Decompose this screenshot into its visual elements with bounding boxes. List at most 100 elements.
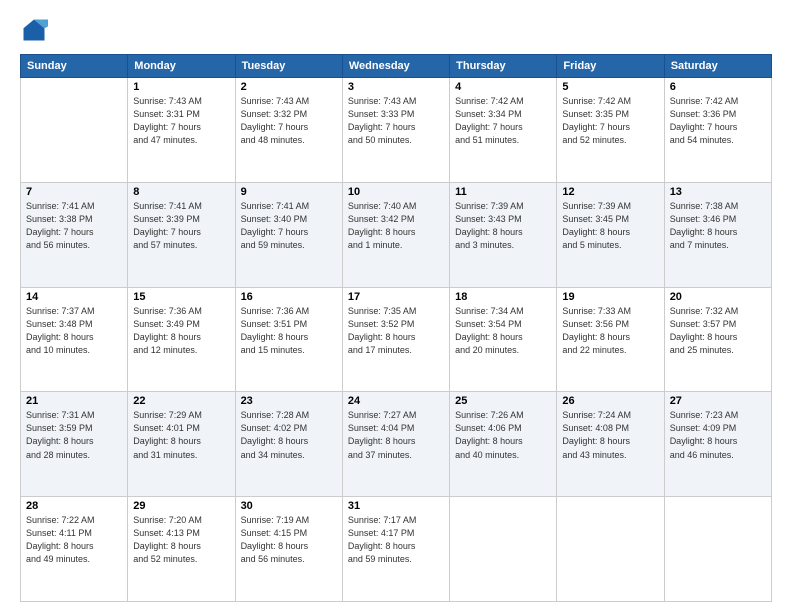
calendar-cell: 24 Sunrise: 7:27 AM Sunset: 4:04 PM Dayli… [342,392,449,497]
logo-icon [20,16,48,44]
cell-date-number: 7 [26,186,122,198]
calendar-table: SundayMondayTuesdayWednesdayThursdayFrid… [20,54,772,602]
cell-info-text: Sunrise: 7:42 AM Sunset: 3:34 PM Dayligh… [455,95,551,147]
cell-info-text: Sunrise: 7:28 AM Sunset: 4:02 PM Dayligh… [241,409,337,461]
cell-date-number: 19 [562,291,658,303]
cell-info-text: Sunrise: 7:40 AM Sunset: 3:42 PM Dayligh… [348,200,444,252]
cell-info-text: Sunrise: 7:43 AM Sunset: 3:32 PM Dayligh… [241,95,337,147]
cell-info-text: Sunrise: 7:33 AM Sunset: 3:56 PM Dayligh… [562,305,658,357]
cell-date-number: 27 [670,395,766,407]
cell-info-text: Sunrise: 7:42 AM Sunset: 3:36 PM Dayligh… [670,95,766,147]
cell-info-text: Sunrise: 7:29 AM Sunset: 4:01 PM Dayligh… [133,409,229,461]
calendar-cell: 1 Sunrise: 7:43 AM Sunset: 3:31 PM Daylig… [128,78,235,183]
calendar-cell [450,497,557,602]
weekday-header-thursday: Thursday [450,55,557,78]
cell-date-number: 5 [562,81,658,93]
calendar-cell: 15 Sunrise: 7:36 AM Sunset: 3:49 PM Dayli… [128,287,235,392]
cell-date-number: 25 [455,395,551,407]
cell-info-text: Sunrise: 7:24 AM Sunset: 4:08 PM Dayligh… [562,409,658,461]
cell-info-text: Sunrise: 7:19 AM Sunset: 4:15 PM Dayligh… [241,514,337,566]
weekday-header-row: SundayMondayTuesdayWednesdayThursdayFrid… [21,55,772,78]
calendar-cell: 29 Sunrise: 7:20 AM Sunset: 4:13 PM Dayli… [128,497,235,602]
calendar-cell: 14Sunrise: 7:37 AM Sunset: 3:48 PM Dayli… [21,287,128,392]
weekday-header-tuesday: Tuesday [235,55,342,78]
cell-date-number: 23 [241,395,337,407]
weekday-header-monday: Monday [128,55,235,78]
cell-date-number: 10 [348,186,444,198]
calendar-cell: 22 Sunrise: 7:29 AM Sunset: 4:01 PM Dayli… [128,392,235,497]
cell-info-text: Sunrise: 7:17 AM Sunset: 4:17 PM Dayligh… [348,514,444,566]
calendar-cell: 20Sunrise: 7:32 AM Sunset: 3:57 PM Dayli… [664,287,771,392]
calendar-cell: 2Sunrise: 7:43 AM Sunset: 3:32 PM Daylig… [235,78,342,183]
cell-info-text: Sunrise: 7:20 AM Sunset: 4:13 PM Dayligh… [133,514,229,566]
cell-info-text: Sunrise: 7:42 AM Sunset: 3:35 PM Dayligh… [562,95,658,147]
cell-date-number: 17 [348,291,444,303]
calendar-week-row: 1 Sunrise: 7:43 AM Sunset: 3:31 PM Daylig… [21,78,772,183]
weekday-header-saturday: Saturday [664,55,771,78]
calendar-cell [557,497,664,602]
calendar-cell: 12 Sunrise: 7:39 AM Sunset: 3:45 PM Dayli… [557,182,664,287]
cell-date-number: 9 [241,186,337,198]
cell-date-number: 12 [562,186,658,198]
cell-date-number: 11 [455,186,551,198]
calendar-cell: 11 Sunrise: 7:39 AM Sunset: 3:43 PM Dayli… [450,182,557,287]
calendar-cell: 25 Sunrise: 7:26 AM Sunset: 4:06 PM Dayli… [450,392,557,497]
calendar-cell: 28 Sunrise: 7:22 AM Sunset: 4:11 PM Dayli… [21,497,128,602]
calendar-cell: 30 Sunrise: 7:19 AM Sunset: 4:15 PM Dayli… [235,497,342,602]
calendar-cell: 8 Sunrise: 7:41 AM Sunset: 3:39 PM Daylig… [128,182,235,287]
cell-info-text: Sunrise: 7:39 AM Sunset: 3:43 PM Dayligh… [455,200,551,252]
calendar-cell: 7 Sunrise: 7:41 AM Sunset: 3:38 PM Daylig… [21,182,128,287]
cell-date-number: 18 [455,291,551,303]
cell-info-text: Sunrise: 7:36 AM Sunset: 3:51 PM Dayligh… [241,305,337,357]
calendar-cell: 23 Sunrise: 7:28 AM Sunset: 4:02 PM Dayli… [235,392,342,497]
cell-info-text: Sunrise: 7:38 AM Sunset: 3:46 PM Dayligh… [670,200,766,252]
logo [20,16,52,44]
calendar-cell [664,497,771,602]
cell-info-text: Sunrise: 7:39 AM Sunset: 3:45 PM Dayligh… [562,200,658,252]
cell-date-number: 8 [133,186,229,198]
calendar-cell: 16 Sunrise: 7:36 AM Sunset: 3:51 PM Dayli… [235,287,342,392]
calendar-cell: 5 Sunrise: 7:42 AM Sunset: 3:35 PM Daylig… [557,78,664,183]
calendar-cell: 27 Sunrise: 7:23 AM Sunset: 4:09 PM Dayli… [664,392,771,497]
cell-info-text: Sunrise: 7:36 AM Sunset: 3:49 PM Dayligh… [133,305,229,357]
cell-info-text: Sunrise: 7:43 AM Sunset: 3:31 PM Dayligh… [133,95,229,147]
cell-date-number: 13 [670,186,766,198]
cell-date-number: 31 [348,500,444,512]
weekday-header-wednesday: Wednesday [342,55,449,78]
cell-date-number: 4 [455,81,551,93]
cell-info-text: Sunrise: 7:43 AM Sunset: 3:33 PM Dayligh… [348,95,444,147]
cell-date-number: 3 [348,81,444,93]
calendar-cell: 10 Sunrise: 7:40 AM Sunset: 3:42 PM Dayli… [342,182,449,287]
cell-date-number: 22 [133,395,229,407]
cell-date-number: 28 [26,500,122,512]
cell-info-text: Sunrise: 7:27 AM Sunset: 4:04 PM Dayligh… [348,409,444,461]
calendar-cell: 9Sunrise: 7:41 AM Sunset: 3:40 PM Daylig… [235,182,342,287]
calendar-cell: 19 Sunrise: 7:33 AM Sunset: 3:56 PM Dayli… [557,287,664,392]
cell-info-text: Sunrise: 7:41 AM Sunset: 3:39 PM Dayligh… [133,200,229,252]
cell-info-text: Sunrise: 7:26 AM Sunset: 4:06 PM Dayligh… [455,409,551,461]
cell-date-number: 16 [241,291,337,303]
calendar-cell: 6 Sunrise: 7:42 AM Sunset: 3:36 PM Daylig… [664,78,771,183]
cell-date-number: 24 [348,395,444,407]
cell-info-text: Sunrise: 7:31 AM Sunset: 3:59 PM Dayligh… [26,409,122,461]
cell-date-number: 30 [241,500,337,512]
cell-date-number: 26 [562,395,658,407]
weekday-header-friday: Friday [557,55,664,78]
cell-info-text: Sunrise: 7:37 AM Sunset: 3:48 PM Dayligh… [26,305,122,357]
page: SundayMondayTuesdayWednesdayThursdayFrid… [0,0,792,612]
calendar-cell [21,78,128,183]
weekday-header-sunday: Sunday [21,55,128,78]
cell-info-text: Sunrise: 7:23 AM Sunset: 4:09 PM Dayligh… [670,409,766,461]
cell-info-text: Sunrise: 7:35 AM Sunset: 3:52 PM Dayligh… [348,305,444,357]
cell-date-number: 29 [133,500,229,512]
calendar-cell: 26 Sunrise: 7:24 AM Sunset: 4:08 PM Dayli… [557,392,664,497]
cell-info-text: Sunrise: 7:22 AM Sunset: 4:11 PM Dayligh… [26,514,122,566]
cell-info-text: Sunrise: 7:34 AM Sunset: 3:54 PM Dayligh… [455,305,551,357]
cell-date-number: 20 [670,291,766,303]
cell-date-number: 6 [670,81,766,93]
cell-date-number: 15 [133,291,229,303]
cell-date-number: 1 [133,81,229,93]
cell-info-text: Sunrise: 7:41 AM Sunset: 3:38 PM Dayligh… [26,200,122,252]
calendar-week-row: 21Sunrise: 7:31 AM Sunset: 3:59 PM Dayli… [21,392,772,497]
calendar-week-row: 14Sunrise: 7:37 AM Sunset: 3:48 PM Dayli… [21,287,772,392]
